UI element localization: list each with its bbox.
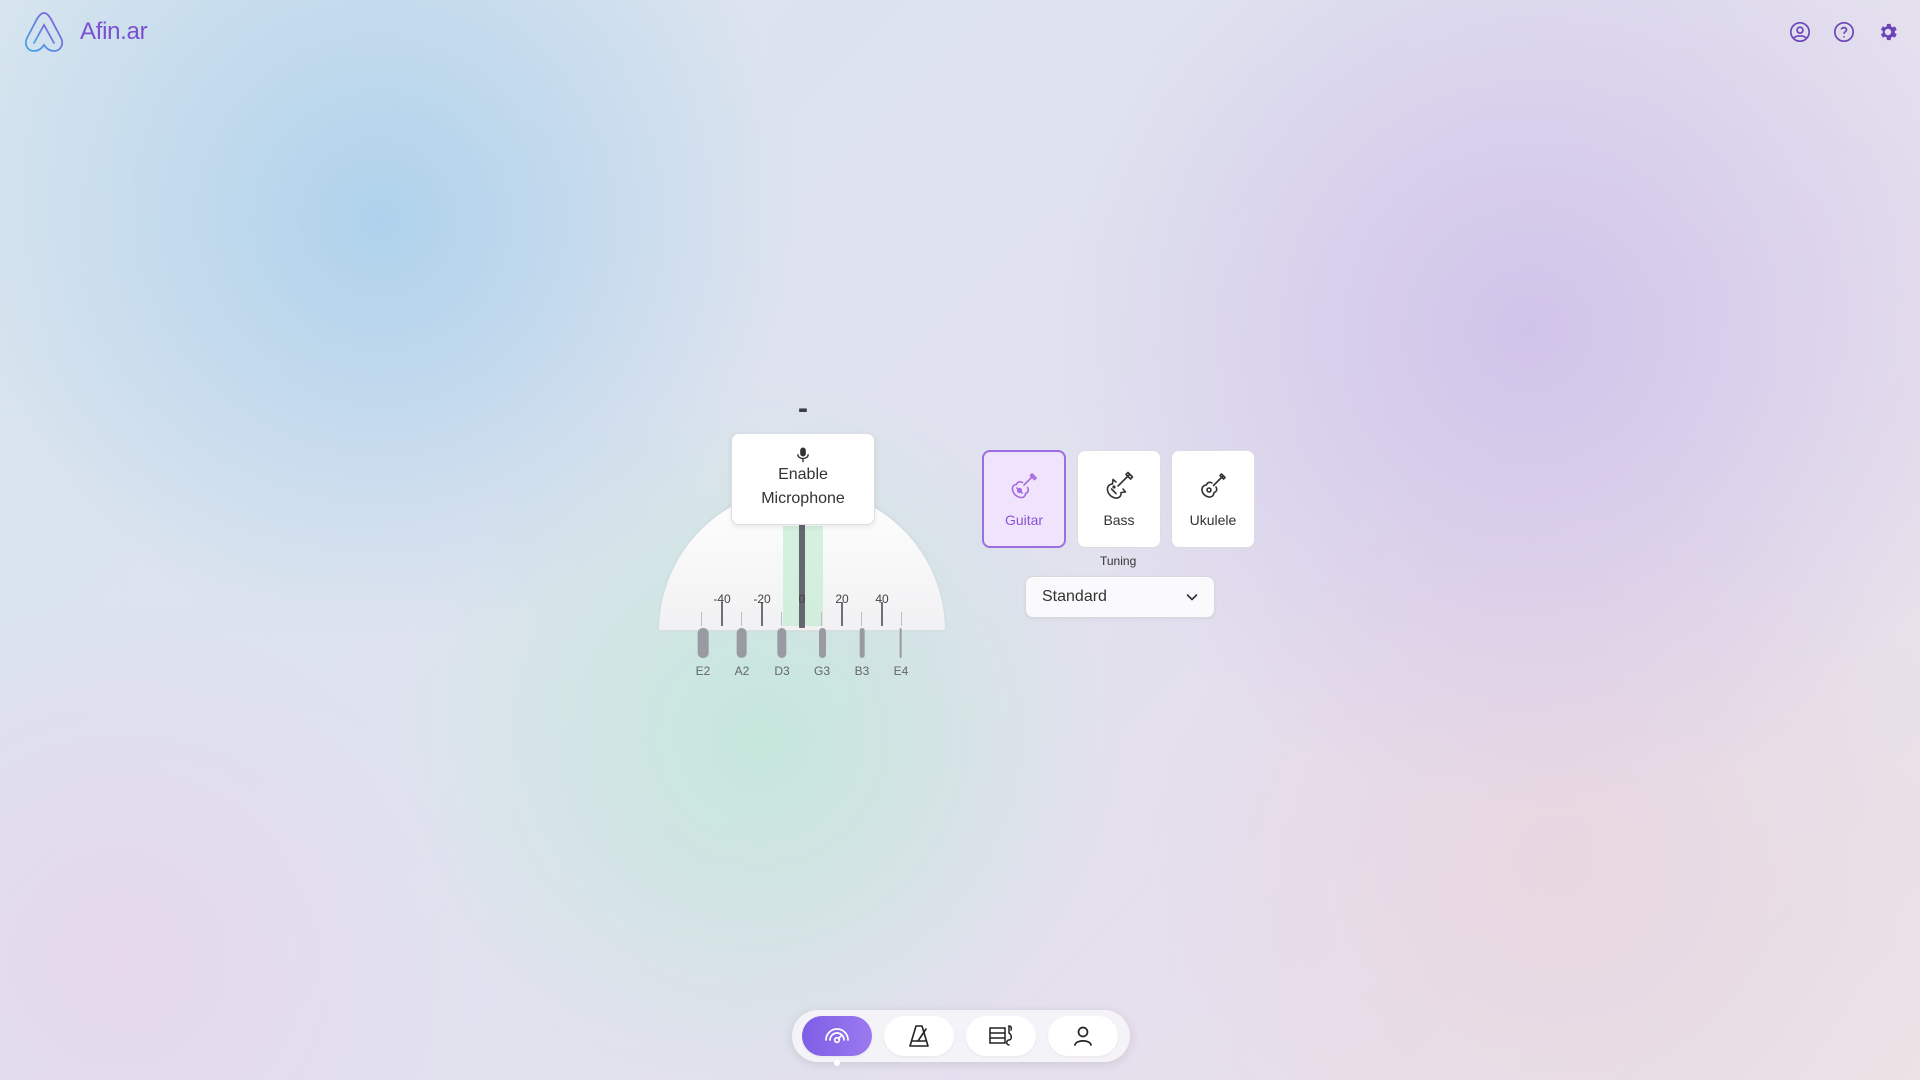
string-label: G3 [813,664,831,678]
string-bar [777,628,787,658]
gauge-minor-tick [901,612,902,626]
background [0,0,1920,1080]
bass-guitar-icon [1106,471,1134,499]
gauge-minor-tick [821,612,822,626]
string-label: E2 [695,664,711,678]
string-e2[interactable]: E2 [695,628,711,678]
detected-note: - [798,392,808,425]
gauge-minor-tick [861,612,862,626]
tuner-icon [825,1028,849,1044]
profile-icon [1074,1026,1092,1046]
microphone-icon [797,447,809,463]
gauge-label: -40 [713,592,731,606]
metronome-icon [909,1025,929,1047]
user-circle-icon[interactable] [1788,20,1812,44]
string-bar [900,628,902,658]
logo-icon [24,12,64,52]
nav-chords-button[interactable] [966,1016,1036,1056]
ukulele-icon [1201,473,1226,498]
gauge-scale: -40 -20 0 20 40 [659,592,945,612]
tuning-select[interactable]: Standard [1025,576,1215,618]
active-tab-indicator [834,1060,840,1066]
mic-label-line2: Microphone [761,490,845,507]
gauge-minor-tick [701,612,702,626]
chevron-down-icon [1186,594,1198,601]
instrument-label: Ukulele [1189,512,1237,528]
enable-microphone-button[interactable]: Enable Microphone [731,433,875,525]
gauge-label: 0 [798,592,806,606]
header-actions [1788,20,1900,44]
gear-icon[interactable] [1876,20,1900,44]
gauge-minor-tick [741,612,742,626]
nav-metronome-button[interactable] [884,1016,954,1056]
gauge-label: 20 [835,592,849,606]
instrument-label: Guitar [1004,512,1044,528]
string-bar [818,628,826,658]
string-e4[interactable]: E4 [893,628,909,678]
string-d3[interactable]: D3 [774,628,790,678]
string-label: E4 [893,664,909,678]
string-g3[interactable]: G3 [814,628,830,678]
string-label: B3 [854,664,870,678]
string-a2[interactable]: A2 [734,628,750,678]
instrument-label: Bass [1103,512,1135,528]
string-label: A2 [734,664,750,678]
guitar-icon [1011,473,1037,499]
nav-tuner-button[interactable] [802,1016,872,1056]
string-bar [737,628,747,658]
app-logo[interactable]: Afin.ar [22,10,148,54]
help-icon[interactable] [1832,20,1856,44]
bottom-navigation [792,1010,1130,1062]
instrument-ukulele-button[interactable]: Ukulele [1171,450,1255,548]
instrument-bass-button[interactable]: Bass [1077,450,1161,548]
string-bar [859,628,865,658]
nav-profile-button[interactable] [1048,1016,1118,1056]
string-label: D3 [774,664,790,678]
string-selector: E2 A2 D3 G3 B3 E4 [690,628,920,680]
string-bar [697,628,709,658]
tuner-needle [799,524,805,628]
app-title: Afin.ar [80,18,148,45]
tuning-value: Standard [1042,588,1107,605]
gauge-label: -20 [753,592,771,606]
string-b3[interactable]: B3 [854,628,870,678]
chord-chart-icon [989,1025,1013,1046]
instrument-guitar-button[interactable]: Guitar [982,450,1066,548]
tuning-label: Tuning [1100,554,1137,568]
mic-label-line1: Enable [778,466,828,483]
gauge-minor-tick [781,612,782,626]
gauge-label: 40 [875,592,889,606]
